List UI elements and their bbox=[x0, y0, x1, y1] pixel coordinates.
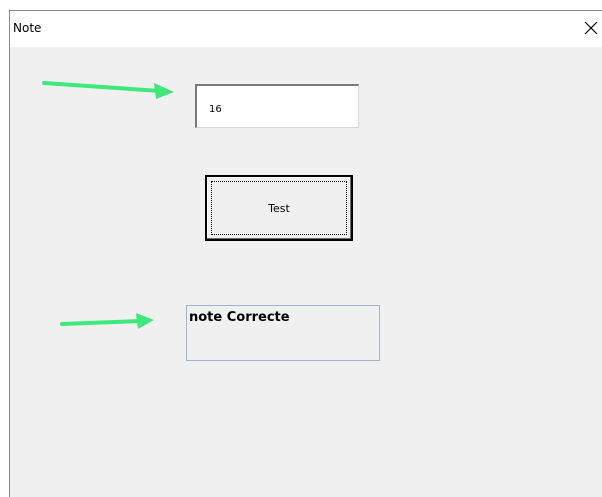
test-button-label: Test bbox=[211, 181, 347, 235]
result-label: note Correcte bbox=[189, 310, 290, 325]
window-title: Note bbox=[13, 21, 42, 35]
result-label-box: note Correcte bbox=[186, 305, 380, 361]
title-bar: Note bbox=[10, 11, 602, 47]
note-input[interactable] bbox=[195, 84, 359, 128]
close-icon[interactable] bbox=[580, 17, 602, 39]
green-arrow-icon bbox=[42, 81, 174, 99]
test-button[interactable]: Test bbox=[205, 175, 353, 241]
green-arrow-icon bbox=[60, 313, 154, 329]
